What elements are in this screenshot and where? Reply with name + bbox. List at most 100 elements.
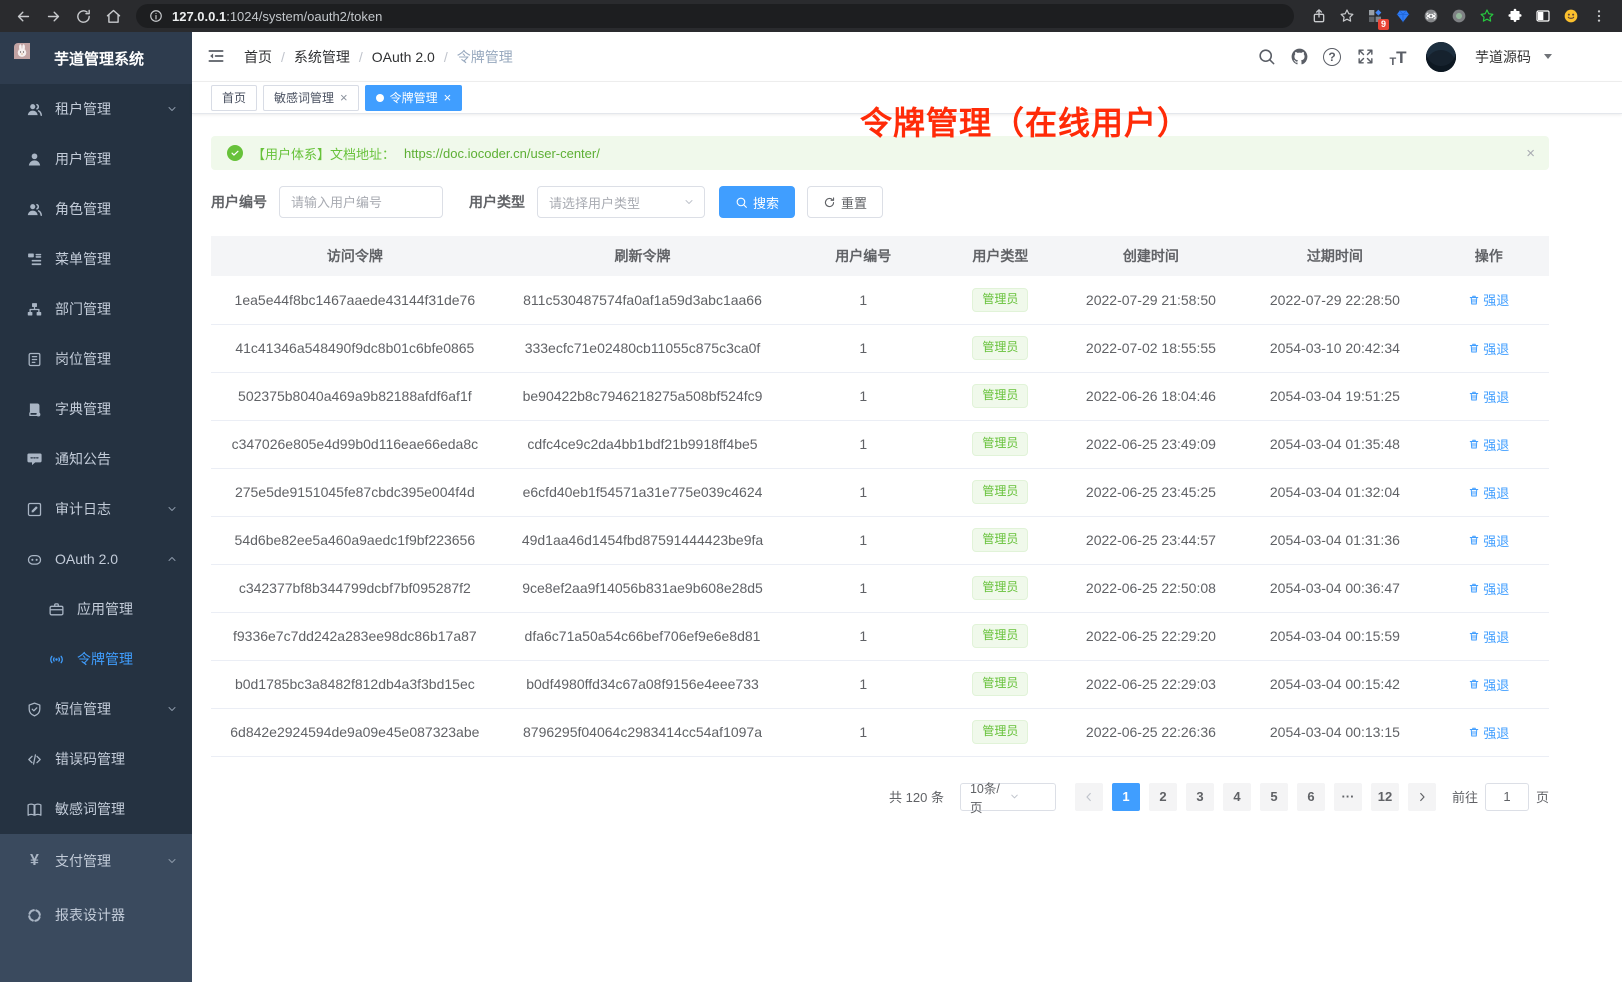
page-3-button[interactable]: 3 <box>1186 783 1214 811</box>
alert-close-icon[interactable]: × <box>1526 145 1535 162</box>
sidebar-item-audit-log[interactable]: 审计日志 <box>0 484 192 534</box>
next-page-button[interactable] <box>1408 783 1436 811</box>
username[interactable]: 芋道源码 <box>1475 47 1531 67</box>
tab-close-icon[interactable]: × <box>340 91 348 104</box>
expire-time-cell: 2054-03-04 00:36:47 <box>1241 564 1428 612</box>
breadcrumb-item[interactable]: 系统管理 <box>294 47 350 67</box>
extensions-puzzle-icon[interactable] <box>1502 3 1528 29</box>
font-size-icon[interactable]: TT <box>1387 46 1409 68</box>
tab-close-icon[interactable]: × <box>444 91 452 104</box>
sidebar-item-role[interactable]: 角色管理 <box>0 184 192 234</box>
goto-page-input[interactable] <box>1485 783 1529 811</box>
trash-icon <box>1468 390 1480 402</box>
page-12-button[interactable]: 12 <box>1371 783 1399 811</box>
expire-time-cell: 2054-03-04 00:15:42 <box>1241 660 1428 708</box>
browser-back-button[interactable] <box>10 3 36 29</box>
page-size-select[interactable]: 10条/页 <box>960 783 1056 811</box>
sidebar-item-user[interactable]: 用户管理 <box>0 134 192 184</box>
sidebar-item-error-code[interactable]: 错误码管理 <box>0 734 192 784</box>
force-logout-button[interactable]: 强退 <box>1468 531 1509 550</box>
address-bar[interactable]: 127.0.0.1:1024/system/oauth2/token <box>136 4 1294 28</box>
trash-icon <box>1468 486 1480 498</box>
force-logout-button[interactable]: 强退 <box>1468 339 1509 358</box>
split-screen-icon[interactable] <box>1530 3 1556 29</box>
sidebar-item-report-designer[interactable]: 报表设计器 <box>0 888 192 942</box>
prev-page-button[interactable] <box>1075 783 1103 811</box>
sidebar-item-notice[interactable]: 通知公告 <box>0 434 192 484</box>
search-icon[interactable] <box>1255 46 1277 68</box>
app-title: 芋道管理系统 <box>54 48 144 69</box>
doc-link[interactable]: https://doc.iocoder.cn/user-center/ <box>404 146 600 161</box>
app-logo[interactable]: 芋道管理系统 <box>0 32 192 84</box>
bookmark-star-icon[interactable] <box>1334 3 1360 29</box>
access-token-cell: 502375b8040a469a9b82188afdf6af1f <box>211 372 499 420</box>
badge-icon <box>26 351 43 368</box>
browser-home-button[interactable] <box>100 3 126 29</box>
fullscreen-icon[interactable] <box>1354 46 1376 68</box>
browser-reload-button[interactable] <box>70 3 96 29</box>
help-icon[interactable]: ? <box>1321 46 1343 68</box>
command-extension-icon[interactable] <box>1418 3 1444 29</box>
site-info-icon[interactable] <box>148 8 164 24</box>
sidebar-fold-icon[interactable] <box>206 46 228 68</box>
sidebar-item-oauth2-app[interactable]: 应用管理 <box>0 584 192 634</box>
sidebar-item-oauth2-token[interactable]: 令牌管理 <box>0 634 192 684</box>
access-token-cell: 1ea5e44f8bc1467aaede43144f31de76 <box>211 276 499 324</box>
browser-forward-button[interactable] <box>40 3 66 29</box>
col-refresh-token: 刷新令牌 <box>499 236 787 276</box>
profile-emoji-icon[interactable] <box>1558 3 1584 29</box>
tab-敏感词管理[interactable]: 敏感词管理× <box>263 85 359 111</box>
org-icon <box>26 301 43 318</box>
force-logout-button[interactable]: 强退 <box>1468 435 1509 454</box>
page-4-button[interactable]: 4 <box>1223 783 1251 811</box>
user-id-cell: 1 <box>786 324 940 372</box>
sidebar-item-sensitive-word[interactable]: 敏感词管理 <box>0 784 192 834</box>
breadcrumb-item[interactable]: 首页 <box>244 47 272 67</box>
user-avatar[interactable] <box>1426 42 1456 72</box>
tab-首页[interactable]: 首页 <box>211 85 257 111</box>
sidebar: 芋道管理系统 租户管理用户管理角色管理菜单管理部门管理岗位管理字典管理通知公告审… <box>0 32 192 982</box>
sidebar-item-dept[interactable]: 部门管理 <box>0 284 192 334</box>
user-id-input[interactable] <box>279 186 443 218</box>
force-logout-button[interactable]: 强退 <box>1468 290 1509 309</box>
trash-icon <box>1468 630 1480 642</box>
create-time-cell: 2022-06-25 23:45:25 <box>1061 468 1242 516</box>
force-logout-button[interactable]: 强退 <box>1468 627 1509 646</box>
sidebar-item-menu[interactable]: 菜单管理 <box>0 234 192 284</box>
force-logout-button[interactable]: 强退 <box>1468 387 1509 406</box>
expire-time-cell: 2054-03-04 01:32:04 <box>1241 468 1428 516</box>
force-logout-button[interactable]: 强退 <box>1468 483 1509 502</box>
tab-令牌管理[interactable]: 令牌管理× <box>365 85 463 111</box>
page-5-button[interactable]: 5 <box>1260 783 1288 811</box>
create-time-cell: 2022-06-25 22:29:03 <box>1061 660 1242 708</box>
page-1-button[interactable]: 1 <box>1112 783 1140 811</box>
browser-menu-icon[interactable] <box>1586 3 1612 29</box>
page-2-button[interactable]: 2 <box>1149 783 1177 811</box>
table-row: b0d1785bc3a8482f812db4a3f3bd15ecb0df4980… <box>211 660 1549 708</box>
force-logout-button[interactable]: 强退 <box>1468 723 1509 742</box>
pagination-ellipsis[interactable]: ··· <box>1334 783 1362 811</box>
breadcrumb-separator: / <box>444 49 448 65</box>
green-star-extension-icon[interactable] <box>1474 3 1500 29</box>
reset-button[interactable]: 重置 <box>807 186 883 218</box>
record-extension-icon[interactable] <box>1446 3 1472 29</box>
breadcrumb-item[interactable]: OAuth 2.0 <box>372 49 435 65</box>
github-icon[interactable] <box>1288 46 1310 68</box>
force-logout-button[interactable]: 强退 <box>1468 579 1509 598</box>
gem-extension-icon[interactable] <box>1390 3 1416 29</box>
sidebar-item-pay[interactable]: ¥支付管理 <box>0 834 192 888</box>
sidebar-item-tenant[interactable]: 租户管理 <box>0 84 192 134</box>
sidebar-item-post[interactable]: 岗位管理 <box>0 334 192 384</box>
sidebar-item-label: 通知公告 <box>55 449 178 469</box>
extension-badge-icon[interactable]: 9 <box>1362 3 1388 29</box>
chevron-down-icon <box>166 855 178 867</box>
sidebar-item-dict[interactable]: 字典管理 <box>0 384 192 434</box>
sidebar-item-sms[interactable]: 短信管理 <box>0 684 192 734</box>
search-button[interactable]: 搜索 <box>719 186 795 218</box>
share-icon[interactable] <box>1306 3 1332 29</box>
force-logout-button[interactable]: 强退 <box>1468 675 1509 694</box>
user-dropdown-caret-icon[interactable] <box>1544 54 1552 63</box>
page-6-button[interactable]: 6 <box>1297 783 1325 811</box>
sidebar-item-oauth2[interactable]: OAuth 2.0 <box>0 534 192 584</box>
user-type-select[interactable]: 请选择用户类型 <box>537 186 705 218</box>
